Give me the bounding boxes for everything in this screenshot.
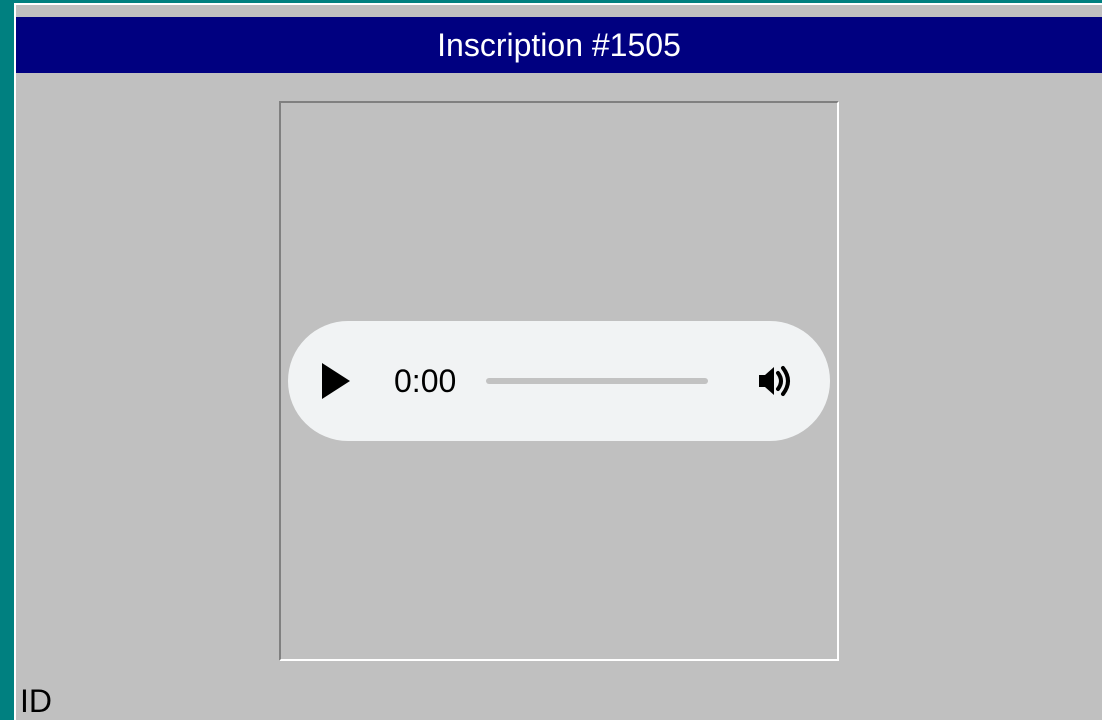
page-title: Inscription #1505 — [437, 27, 681, 64]
titlebar: Inscription #1505 — [16, 17, 1102, 73]
current-time: 0:00 — [394, 363, 456, 400]
volume-icon[interactable] — [756, 363, 796, 399]
content-area: 0:00 — [16, 73, 1102, 661]
main-window: Inscription #1505 0:00 ID — [14, 3, 1102, 720]
audio-player: 0:00 — [288, 321, 830, 441]
seek-slider[interactable] — [486, 378, 708, 384]
id-label: ID — [20, 683, 52, 720]
media-frame: 0:00 — [279, 101, 839, 661]
play-icon[interactable] — [322, 363, 350, 399]
